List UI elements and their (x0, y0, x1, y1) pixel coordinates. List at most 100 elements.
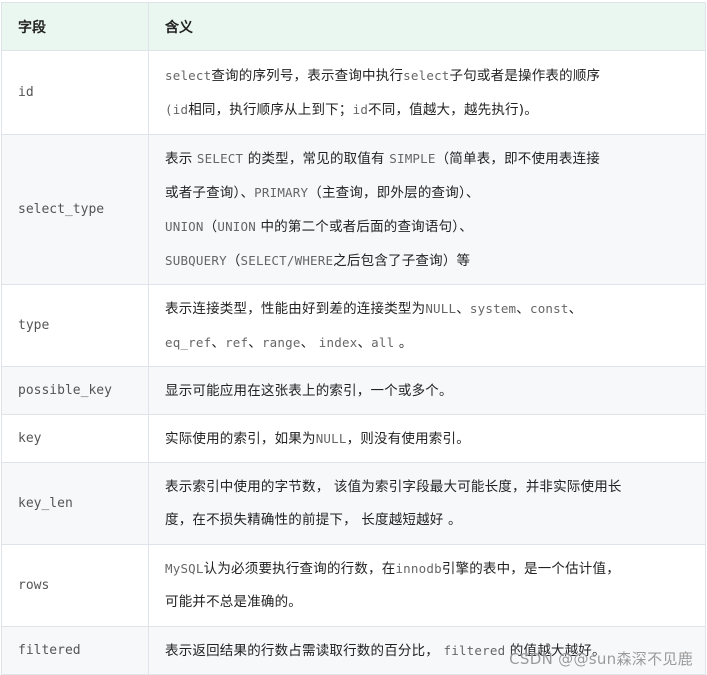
field-description: 实际使用的索引，如果为NULL，则没有使用索引。 (148, 414, 706, 463)
text-segment: 。 (394, 334, 413, 351)
code-token: SUBQUERY (165, 252, 227, 268)
code-token: SIMPLE (389, 150, 436, 166)
field-description: 表示连接类型，性能由好到差的连接类型为NULL、system、const、 eq_… (148, 284, 706, 367)
text-segment: 可能并不总是准确的。 (165, 594, 302, 610)
description-line: 表示索引中使用的字节数， 该值为索引字段最大可能长度，并非实际使用长 (165, 471, 695, 504)
description-line: 表示连接类型，性能由好到差的连接类型为NULL、system、const、 (165, 292, 695, 326)
code-token: id (172, 101, 189, 117)
description-line: 可能并不总是准确的。 (165, 586, 695, 619)
text-segment: 中的第二个或者后面的查询语句）、 (255, 218, 473, 235)
field-name: key_len (1, 462, 149, 545)
field-description: MySQL认为必须要执行查询的行数，在innodb引擎的表中，是一个估计值， 可能… (148, 544, 706, 627)
text-segment: 、 (568, 300, 583, 317)
text-segment: 实际使用的索引，如果为 (165, 430, 316, 447)
field-name: type (1, 284, 149, 367)
field-name: filtered (1, 626, 149, 675)
explain-columns-table: 字段 含义 id select查询的序列号，表示查询中执行select子句或者是… (1, 2, 706, 675)
code-token: eq_ref (165, 334, 212, 350)
code-token: select (403, 67, 450, 83)
text-segment: 、 (248, 334, 262, 351)
code-token: UNION (165, 218, 204, 234)
text-segment: 子句或者是操作表的顺序 (449, 67, 601, 84)
description-line: 或者子查询）、PRIMARY（主查询，即外层的查询）、 (165, 176, 695, 210)
text-segment: 、 (357, 334, 372, 351)
text-segment: 不同，值越大，越先执行)。 (368, 101, 538, 118)
text-segment: 表示 (165, 150, 197, 167)
table-row: key_len 表示索引中使用的字节数， 该值为索引字段最大可能长度，并非实际使… (1, 462, 706, 545)
field-description: 表示返回结果的行数占需读取行数的百分比， filtered 的值越大越好。 (148, 626, 706, 675)
text-segment: 、 (456, 300, 470, 317)
header-field: 字段 (1, 2, 149, 51)
text-segment: 、 (300, 334, 319, 351)
code-token: PRIMARY (254, 184, 309, 200)
text-segment: 或者子查询）、 (165, 184, 255, 201)
description-line: 显示可能应用在这张表上的索引，一个或多个。 (165, 380, 695, 402)
code-token: index (318, 334, 358, 350)
text-segment: 、 (211, 334, 226, 351)
code-token: MySQL (165, 561, 204, 576)
text-segment: （ (226, 252, 241, 269)
table-row: type 表示连接类型，性能由好到差的连接类型为NULL、system、cons… (1, 284, 706, 367)
code-token: ( (165, 101, 173, 117)
field-description: 表示索引中使用的字节数， 该值为索引字段最大可能长度，并非实际使用长 度，在不损失… (148, 462, 706, 545)
text-segment: （主查询，即外层的查询）、 (308, 184, 480, 201)
description-line: (id相同，执行顺序从上到下；id不同，值越大，越先执行)。 (165, 93, 695, 127)
description-line: 表示 SELECT 的类型，常见的取值有 SIMPLE（简单表，即不使用表连接 (165, 142, 695, 176)
text-segment: 表示索引中使用的字节数， 该值为索引字段最大可能长度，并非实际使用长 (165, 478, 622, 495)
table-row: rows MySQL认为必须要执行查询的行数，在innodb引擎的表中，是一个估… (1, 544, 706, 627)
text-segment: 的值越大越好。 (505, 642, 606, 659)
text-segment: 显示可能应用在这张表上的索引，一个或多个。 (165, 382, 453, 399)
table-row: filtered 表示返回结果的行数占需读取行数的百分比， filtered 的… (1, 626, 706, 675)
code-token: filtered (443, 642, 506, 658)
code-token: SELECT/WHERE (240, 252, 334, 268)
description-line: SUBQUERY（SELECT/WHERE之后包含了子查询）等 (165, 244, 695, 278)
table-row: select_type 表示 SELECT 的类型，常见的取值有 SIMPLE（… (1, 134, 706, 285)
text-segment: 引擎的表中，是一个估计值， (441, 561, 620, 577)
field-name: key (1, 414, 149, 463)
text-segment: 之后包含了子查询）等 (333, 252, 471, 269)
description-line: select查询的序列号，表示查询中执行select子句或者是操作表的顺序 (165, 59, 695, 93)
description-line: MySQL认为必须要执行查询的行数，在innodb引擎的表中，是一个估计值， (165, 552, 695, 586)
code-token: range (261, 334, 301, 350)
code-token: UNION (217, 218, 256, 234)
field-name: possible_key (1, 366, 149, 415)
field-name: select_type (1, 134, 149, 285)
field-description: select查询的序列号，表示查询中执行select子句或者是操作表的顺序 (id… (148, 50, 706, 135)
table-row: key 实际使用的索引，如果为NULL，则没有使用索引。 (1, 414, 706, 463)
text-segment: 查询的序列号，表示查询中执行 (211, 67, 404, 84)
code-token: NULL (315, 430, 347, 446)
description-line: UNION（UNION 中的第二个或者后面的查询语句）、 (165, 210, 695, 244)
header-meaning: 含义 (148, 2, 706, 51)
description-line: 度，在不损失精确性的前提下， 长度越短越好 。 (165, 504, 695, 537)
code-token: innodb (395, 561, 442, 576)
field-name: id (1, 50, 149, 135)
page: 字段 含义 id select查询的序列号，表示查询中执行select子句或者是… (0, 0, 707, 675)
code-token: select (165, 67, 212, 83)
text-segment: 、 (516, 300, 530, 317)
table-header-row: 字段 含义 (1, 2, 706, 51)
field-name: rows (1, 544, 149, 627)
code-token: id (352, 101, 369, 117)
text-segment: （ (203, 218, 218, 235)
code-token: ref (225, 334, 249, 350)
text-segment: 表示连接类型，性能由好到差的连接类型为 (165, 300, 426, 317)
description-line: eq_ref、ref、range、 index、all 。 (165, 326, 695, 360)
table-row: possible_key 显示可能应用在这张表上的索引，一个或多个。 (1, 366, 706, 415)
text-segment: 相同，执行顺序从上到下； (188, 101, 353, 118)
table-row: id select查询的序列号，表示查询中执行select子句或者是操作表的顺序… (1, 50, 706, 135)
field-description: 显示可能应用在这张表上的索引，一个或多个。 (148, 366, 706, 415)
code-token: SELECT (196, 150, 244, 166)
code-token: system (469, 300, 517, 316)
text-segment: 度，在不损失精确性的前提下， 长度越短越好 。 (165, 511, 462, 528)
text-segment: 的类型，常见的取值有 (243, 150, 390, 167)
text-segment: ，则没有使用索引。 (346, 430, 470, 447)
code-token: NULL (425, 300, 457, 316)
description-line: 表示返回结果的行数占需读取行数的百分比， filtered 的值越大越好。 (165, 640, 695, 662)
text-segment: 表示返回结果的行数占需读取行数的百分比， (165, 642, 444, 659)
field-description: 表示 SELECT 的类型，常见的取值有 SIMPLE（简单表，即不使用表连接或… (148, 134, 706, 285)
code-token: const (529, 300, 569, 316)
description-line: 实际使用的索引，如果为NULL，则没有使用索引。 (165, 428, 695, 450)
text-segment: （简单表，即不使用表连接 (435, 150, 601, 167)
code-token: all (371, 334, 395, 350)
text-segment: 认为必须要执行查询的行数，在 (203, 561, 396, 577)
